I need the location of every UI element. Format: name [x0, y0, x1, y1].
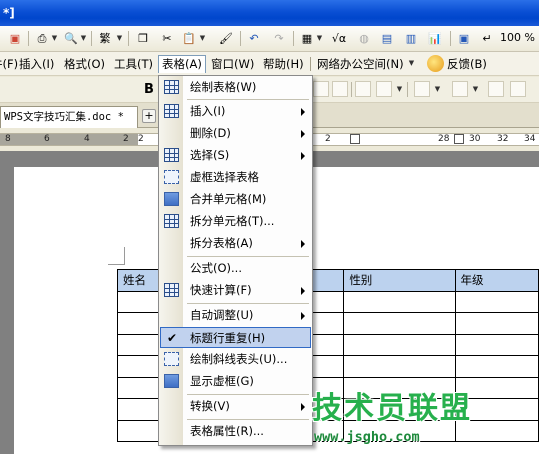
- standard-toolbar: ▣ ⎙ ▼ 🔍 ▼ 繁 ▼ ❐ ✂ 📋 ▼ 🖌 ↶ ↷ ▦ ▼ √α ◍ ▤ ▥…: [0, 26, 539, 52]
- zoom-level[interactable]: 100 %: [500, 31, 535, 44]
- draw-table-icon: [164, 80, 179, 94]
- convert-dropdown-icon[interactable]: ▼: [116, 30, 123, 47]
- select-table-icon: [164, 148, 179, 162]
- network-dropdown-icon[interactable]: ▼: [408, 55, 415, 72]
- menu-item-insert[interactable]: 插入(I): [160, 101, 311, 122]
- justify-icon[interactable]: [332, 81, 348, 97]
- margin-mark: [124, 247, 125, 265]
- menu-network-office[interactable]: 网络办公空间(N): [314, 55, 407, 73]
- show-gridlines-icon: [164, 374, 179, 388]
- numbering-dropdown-icon[interactable]: ▼: [434, 81, 441, 98]
- submenu-arrow-icon: [301, 152, 305, 160]
- traditional-chinese-icon[interactable]: 繁: [96, 30, 114, 47]
- new-tab-button[interactable]: +: [142, 109, 156, 123]
- table-menu-dropdown: 绘制表格(W) 插入(I) 删除(D) 选择(S) 虚框选择表格 合并单元格(M…: [158, 75, 313, 446]
- menu-item-quick-calc[interactable]: 快速计算(F): [160, 280, 311, 301]
- line-spacing-icon[interactable]: [376, 81, 392, 97]
- bullets-icon[interactable]: [452, 81, 468, 97]
- menu-item-select[interactable]: 选择(S): [160, 145, 311, 166]
- menu-item-merge-cells[interactable]: 合并单元格(M): [160, 189, 311, 210]
- header-cell-grade[interactable]: 年级: [454, 269, 539, 292]
- watermark-title: 技术员联盟: [312, 391, 472, 426]
- menu-format[interactable]: 格式(O): [61, 55, 108, 73]
- margin-mark: [108, 264, 124, 265]
- split-cells-icon: [164, 214, 179, 228]
- picture-icon[interactable]: ◍: [355, 30, 373, 47]
- decrease-indent-icon[interactable]: [488, 81, 504, 97]
- window-title: *]: [3, 6, 15, 20]
- watermark-url: www.jsgho.com: [314, 429, 420, 445]
- paste-dropdown-icon[interactable]: ▼: [199, 30, 206, 47]
- chart-icon[interactable]: 📊: [426, 30, 444, 47]
- show-marks-icon[interactable]: ↵: [478, 30, 496, 47]
- menu-item-show-gridlines[interactable]: 显示虚框(G): [160, 371, 311, 392]
- feedback-icon: [427, 55, 444, 72]
- distributed-align-icon[interactable]: [355, 81, 371, 97]
- menu-item-auto-fit[interactable]: 自动调整(U): [160, 305, 311, 326]
- format-painter-icon[interactable]: 🖌: [217, 30, 235, 47]
- undo-icon[interactable]: ↶: [245, 30, 263, 47]
- header-cell-gender[interactable]: 性别: [343, 269, 456, 292]
- submenu-arrow-icon: [301, 130, 305, 138]
- menu-item-table-properties[interactable]: 表格属性(R)...: [160, 421, 311, 442]
- bullets-dropdown-icon[interactable]: ▼: [472, 81, 479, 98]
- menu-table[interactable]: 表格(A): [158, 55, 206, 73]
- print-icon[interactable]: ⎙: [33, 30, 51, 47]
- menu-tools[interactable]: 工具(T): [111, 55, 156, 73]
- table-grid-icon[interactable]: ▤: [378, 30, 396, 47]
- menu-item-delete[interactable]: 删除(D): [160, 123, 311, 144]
- menu-item-dashed-select[interactable]: 虚框选择表格: [160, 167, 311, 188]
- menu-window[interactable]: 窗口(W): [208, 55, 257, 73]
- header-cell-name[interactable]: 姓名: [117, 269, 160, 292]
- menu-help[interactable]: 帮助(H): [260, 55, 307, 73]
- cut-icon[interactable]: ✂: [158, 30, 176, 47]
- tab-document[interactable]: WPS文字技巧汇集.doc *: [0, 106, 138, 128]
- menu-item-split-cells[interactable]: 拆分单元格(T)...: [160, 211, 311, 232]
- menu-item-repeat-header-row[interactable]: ✔ 标题行重复(H): [160, 327, 311, 348]
- paste-icon[interactable]: 📋: [180, 30, 198, 47]
- formula-icon[interactable]: √α: [330, 30, 348, 47]
- menu-item-convert[interactable]: 转换(V): [160, 396, 311, 417]
- quick-calc-icon: [164, 283, 179, 297]
- menu-feedback[interactable]: 反馈(B): [444, 55, 490, 73]
- table-dropdown-icon[interactable]: ▼: [316, 30, 323, 47]
- print-dropdown-icon[interactable]: ▼: [51, 30, 58, 47]
- bold-button[interactable]: B: [140, 81, 158, 98]
- print-preview-icon[interactable]: 🔍: [62, 30, 80, 47]
- watermark-logo: 技术员联盟 www.jsgho.com: [312, 383, 537, 453]
- columns-icon[interactable]: ▥: [402, 30, 420, 47]
- menu-item-split-table[interactable]: 拆分表格(A): [160, 233, 311, 254]
- ruler-column-marker[interactable]: [454, 134, 464, 144]
- diagonal-header-icon: [164, 352, 179, 366]
- check-icon: ✔: [167, 331, 178, 345]
- menu-item-draw-table[interactable]: 绘制表格(W): [160, 77, 311, 98]
- increase-indent-icon[interactable]: [510, 81, 526, 97]
- menu-item-formula[interactable]: 公式(O)...: [160, 258, 311, 279]
- menu-insert[interactable]: 插入(I): [16, 55, 57, 73]
- align-left-icon[interactable]: [313, 81, 329, 97]
- ruler-column-marker[interactable]: [350, 134, 360, 144]
- copy-icon[interactable]: ❐: [134, 30, 152, 47]
- merge-cells-icon: [164, 192, 179, 206]
- pdf-icon[interactable]: ▣: [6, 30, 24, 47]
- menu-bar: 件(F) 插入(I) 格式(O) 工具(T) 表格(A) 窗口(W) 帮助(H)…: [0, 52, 539, 76]
- submenu-arrow-icon: [301, 108, 305, 116]
- submenu-arrow-icon: [301, 403, 305, 411]
- dashed-select-icon: [164, 170, 179, 184]
- numbering-icon[interactable]: [414, 81, 430, 97]
- title-bar: *]: [0, 0, 539, 26]
- insert-table-icon: [164, 104, 179, 118]
- document-map-icon[interactable]: ▣: [455, 30, 473, 47]
- redo-icon[interactable]: ↷: [270, 30, 288, 47]
- submenu-arrow-icon: [301, 240, 305, 248]
- submenu-arrow-icon: [301, 287, 305, 295]
- preview-dropdown-icon[interactable]: ▼: [80, 30, 87, 47]
- menu-item-diagonal-header[interactable]: 绘制斜线表头(U)...: [160, 349, 311, 370]
- spacing-dropdown-icon[interactable]: ▼: [396, 81, 403, 98]
- submenu-arrow-icon: [301, 312, 305, 320]
- insert-table-toolbar-icon[interactable]: ▦: [298, 30, 316, 47]
